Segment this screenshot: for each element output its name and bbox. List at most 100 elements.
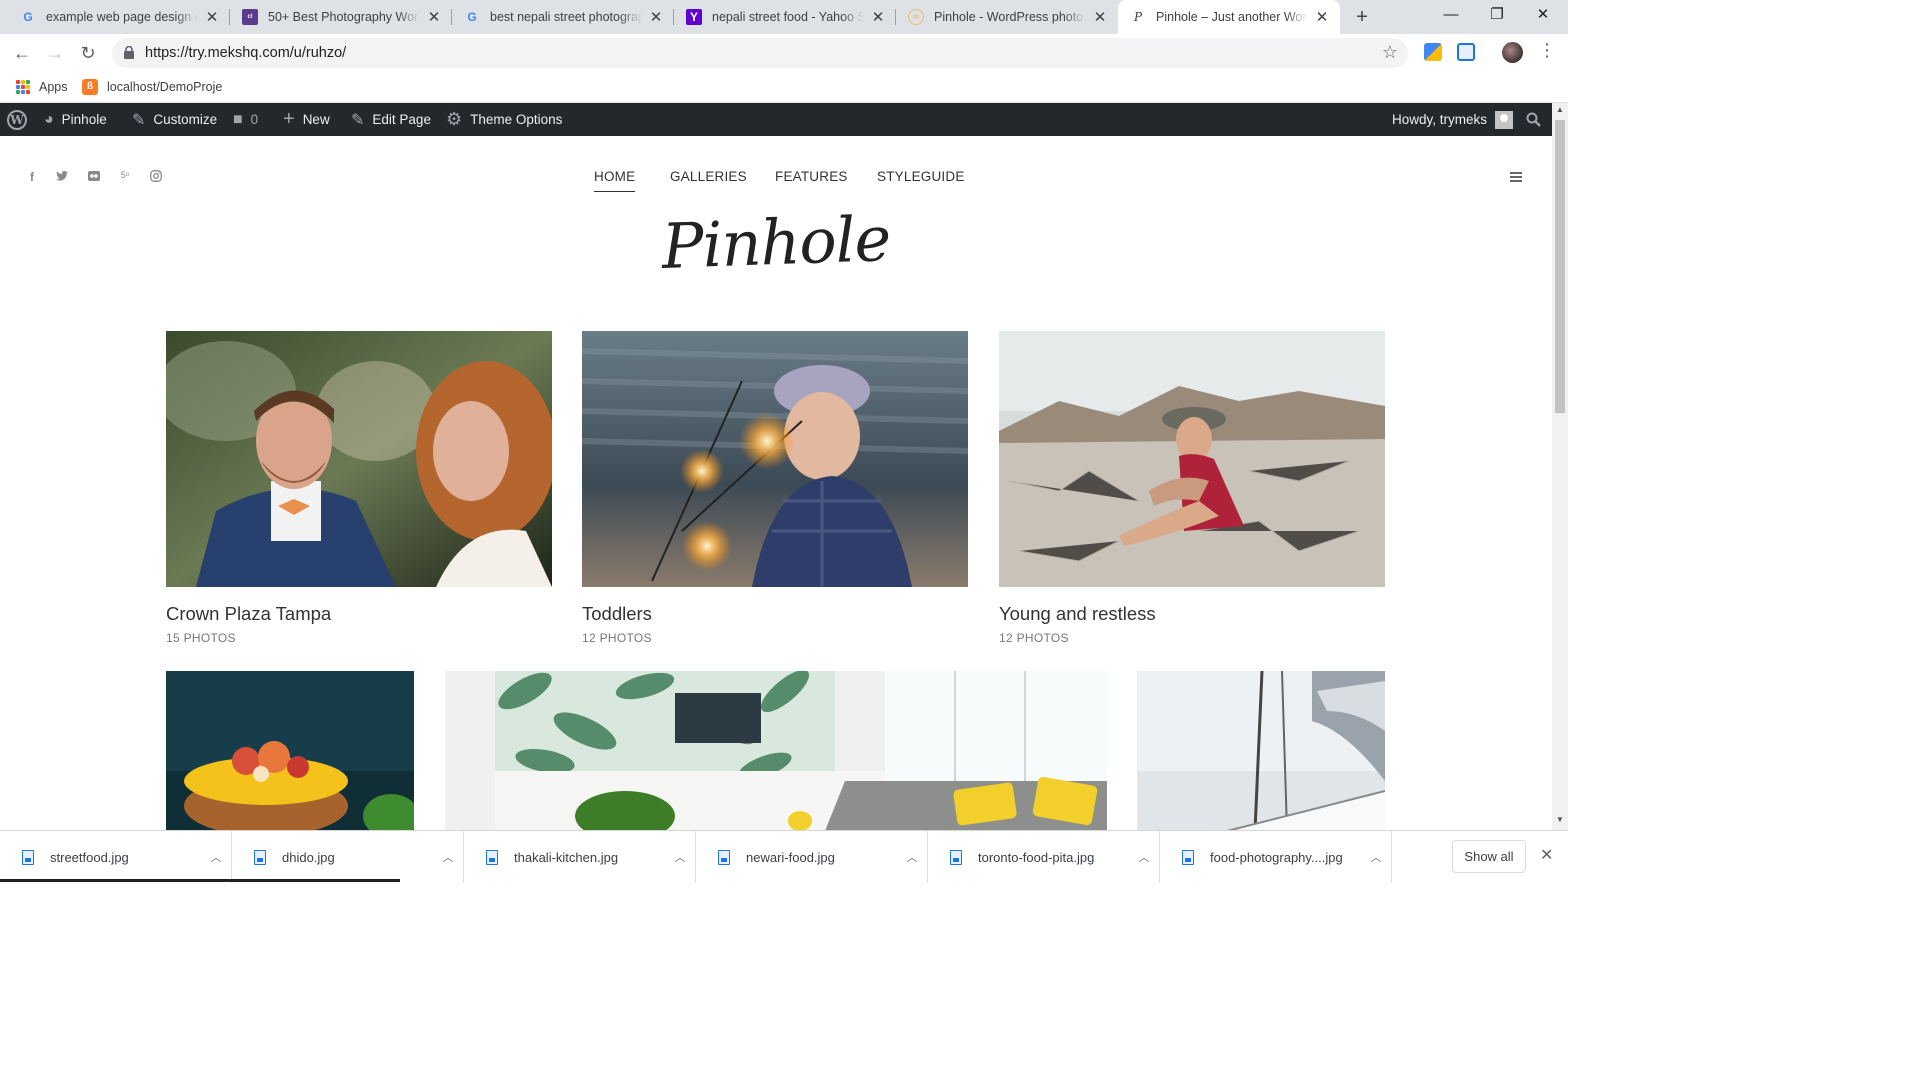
chrome-menu-icon[interactable]: ⋮: [1538, 40, 1556, 61]
tab-5[interactable]: m Pinhole - WordPress photo g ✕: [896, 0, 1118, 34]
gallery-image-desert[interactable]: [999, 331, 1385, 587]
chevron-up-icon[interactable]: ︿: [897, 849, 927, 865]
gallery-title[interactable]: Toddlers: [582, 603, 652, 625]
page-scrollbar[interactable]: ▲ ▼: [1552, 103, 1568, 830]
gallery-card[interactable]: Toddlers 12 PHOTOS: [582, 331, 968, 651]
flickr-icon[interactable]: [86, 170, 102, 184]
nav-home[interactable]: HOME: [594, 169, 636, 192]
show-all-downloads-button[interactable]: Show all: [1452, 840, 1526, 873]
bookmark-apps[interactable]: Apps: [16, 78, 68, 96]
image-file-icon: [718, 849, 730, 865]
restore-button[interactable]: ❐: [1474, 0, 1520, 32]
minimize-button[interactable]: —: [1428, 0, 1474, 32]
google-icon: G: [23, 10, 33, 24]
extension-icon[interactable]: [1424, 43, 1442, 61]
page-content: f 5ᵒ HOME GALLERIES FEATURES STYLEGUIDE …: [0, 136, 1552, 830]
forward-button[interactable]: →: [42, 40, 68, 66]
reload-button[interactable]: ↻: [75, 40, 101, 66]
admin-comments-link[interactable]: ■ 0: [233, 103, 258, 136]
500px-icon[interactable]: 5ᵒ: [117, 170, 133, 180]
colorlib-icon: cl: [242, 9, 258, 25]
wp-logo-menu[interactable]: W: [7, 103, 27, 136]
tab-6-active[interactable]: P Pinhole – Just another Word ✕: [1118, 0, 1340, 34]
scroll-up-icon[interactable]: ▲: [1552, 105, 1568, 114]
gallery-image-toddler[interactable]: [582, 331, 968, 587]
extension-icon[interactable]: [1457, 43, 1475, 61]
tab-title: Pinhole - WordPress photo g: [934, 10, 1086, 24]
plus-icon: +: [283, 108, 295, 130]
download-item[interactable]: streetfood.jpg ︿: [0, 831, 232, 883]
gallery-title[interactable]: Young and restless: [999, 603, 1156, 625]
gallery-card[interactable]: Crown Plaza Tampa 15 PHOTOS: [166, 331, 552, 651]
tab-1[interactable]: G example web page design of ✕: [8, 0, 230, 34]
back-button[interactable]: ←: [9, 40, 35, 66]
brush-icon: ✎: [132, 111, 146, 129]
admin-theme-options-link[interactable]: ⚙ Theme Options: [446, 103, 562, 136]
admin-edit-page-link[interactable]: ✎ Edit Page: [351, 103, 431, 136]
close-icon[interactable]: ✕: [870, 8, 886, 26]
pencil-icon: ✎: [351, 111, 365, 129]
close-icon[interactable]: ✕: [426, 8, 442, 26]
comments-count: 0: [250, 112, 259, 127]
close-icon[interactable]: ✕: [204, 8, 220, 26]
gallery-title[interactable]: Crown Plaza Tampa: [166, 603, 331, 625]
gallery-card[interactable]: Young and restless 12 PHOTOS: [999, 331, 1385, 651]
tab-strip: G example web page design of ✕ cl 50+ Be…: [0, 0, 1568, 34]
admin-customize-link[interactable]: ✎ Customize: [132, 103, 217, 136]
admin-theme-options-label: Theme Options: [470, 112, 563, 127]
wordpress-icon: W: [7, 109, 27, 130]
gallery-image-cake[interactable]: [166, 671, 414, 830]
chevron-up-icon[interactable]: ︿: [665, 849, 695, 865]
gallery-image-sailboat[interactable]: [1137, 671, 1385, 830]
close-icon[interactable]: ✕: [1092, 8, 1108, 26]
download-filename: toronto-food-pita.jpg: [978, 849, 1095, 865]
scroll-down-icon[interactable]: ▼: [1552, 815, 1568, 824]
close-window-button[interactable]: ✕: [1520, 0, 1566, 32]
tab-4[interactable]: Y nepali street food - Yahoo Se ✕: [674, 0, 896, 34]
admin-site-link[interactable]: ◕ Pinhole: [44, 103, 107, 136]
facebook-icon[interactable]: f: [24, 170, 40, 184]
twitter-icon[interactable]: [54, 170, 70, 184]
download-item[interactable]: food-photography....jpg ︿: [1160, 831, 1392, 883]
tab-3[interactable]: G best nepali street photograp ✕: [452, 0, 674, 34]
nav-styleguide[interactable]: STYLEGUIDE: [877, 169, 965, 184]
image-file-icon: [254, 849, 266, 865]
tab-title: Pinhole – Just another Word: [1156, 10, 1308, 24]
apps-grid-icon: [16, 80, 30, 94]
gallery-image-living-room[interactable]: [445, 671, 1107, 830]
address-bar[interactable]: https://try.mekshq.com/u/ruhzo/ ☆: [112, 38, 1408, 68]
gear-icon: ⚙: [446, 109, 463, 129]
download-item[interactable]: thakali-kitchen.jpg ︿: [464, 831, 696, 883]
admin-account-menu[interactable]: Howdy, trymeks: [1392, 103, 1514, 136]
image-file-icon: [950, 849, 962, 865]
chevron-up-icon[interactable]: ︿: [1361, 849, 1391, 865]
bookmark-label: Apps: [39, 80, 68, 94]
download-item[interactable]: toronto-food-pita.jpg ︿: [928, 831, 1160, 883]
chevron-up-icon[interactable]: ︿: [201, 849, 231, 865]
tab-2[interactable]: cl 50+ Best Photography Word ✕: [230, 0, 452, 34]
download-item[interactable]: newari-food.jpg ︿: [696, 831, 928, 883]
admin-search[interactable]: [1526, 103, 1541, 136]
close-icon[interactable]: ✕: [1314, 8, 1330, 26]
admin-edit-page-label: Edit Page: [372, 112, 431, 127]
chevron-up-icon[interactable]: ︿: [433, 849, 463, 865]
lock-icon: [124, 46, 134, 59]
scrollbar-thumb[interactable]: [1555, 120, 1565, 413]
close-icon[interactable]: ✕: [1540, 845, 1553, 865]
instagram-icon[interactable]: [148, 170, 164, 185]
bookmark-star-icon[interactable]: ☆: [1382, 42, 1398, 63]
user-avatar-icon: [1495, 110, 1514, 129]
download-filename: dhido.jpg: [282, 849, 335, 865]
close-icon[interactable]: ✕: [648, 8, 664, 26]
nav-features[interactable]: FEATURES: [775, 169, 848, 184]
nav-galleries[interactable]: GALLERIES: [670, 169, 747, 184]
new-tab-button[interactable]: +: [1350, 6, 1374, 28]
download-item[interactable]: dhido.jpg ︿: [232, 831, 464, 883]
xampp-icon: ß: [82, 79, 98, 95]
admin-new-link[interactable]: + New: [283, 103, 330, 136]
chevron-up-icon[interactable]: ︿: [1129, 849, 1159, 865]
profile-avatar[interactable]: [1502, 42, 1523, 63]
bookmark-localhost[interactable]: ß localhost/DemoProje: [82, 78, 222, 96]
site-logo[interactable]: Pinhole: [0, 179, 1552, 306]
gallery-image-wedding[interactable]: [166, 331, 552, 587]
